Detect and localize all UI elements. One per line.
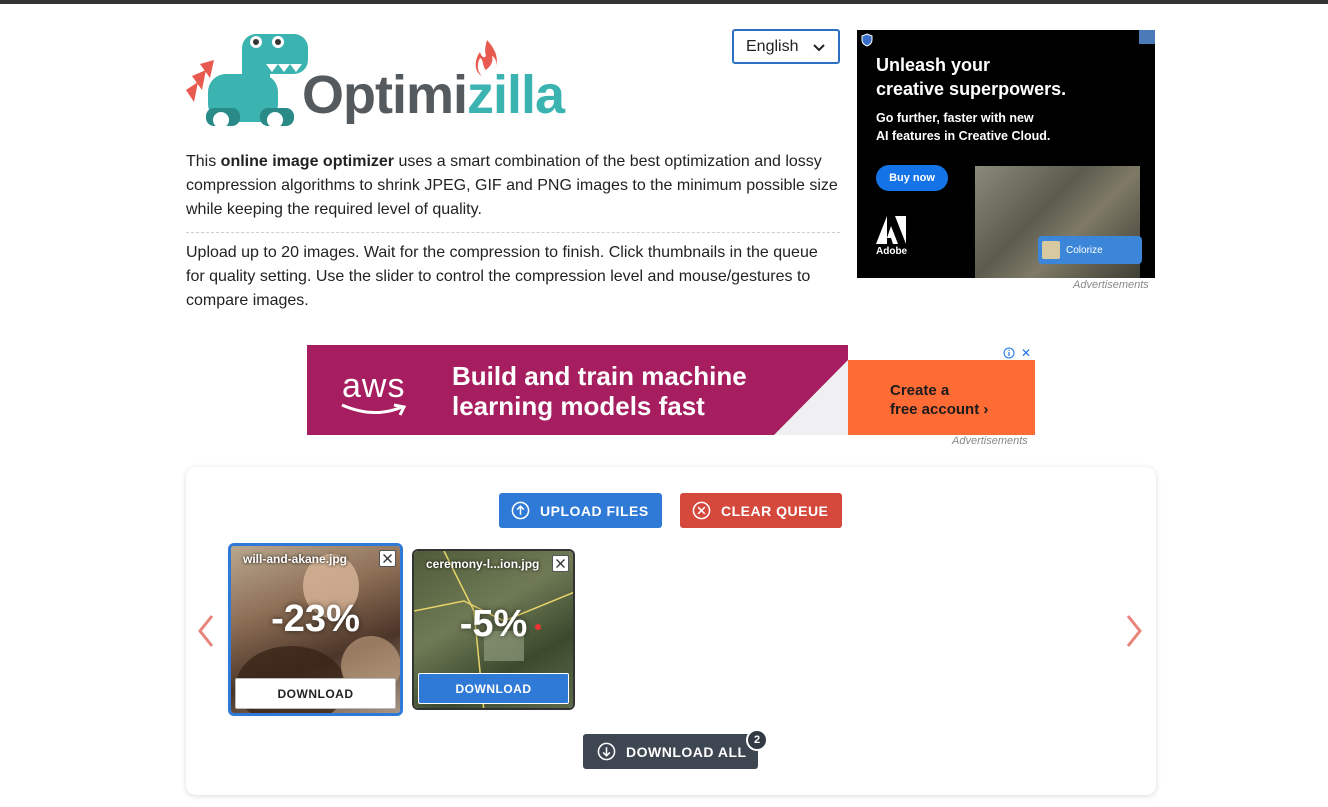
dinosaur-icon bbox=[186, 34, 308, 126]
compression-percent: -23% bbox=[271, 598, 360, 640]
side-ad-sub-2: AI features in Creative Cloud. bbox=[876, 129, 1051, 143]
side-ad-headline: Unleash your creative superpowers. bbox=[876, 53, 1066, 101]
upload-panel: UPLOAD FILES CLEAR QUEUE will-and-akane.… bbox=[186, 467, 1156, 795]
banner-cta-2: free account › bbox=[890, 401, 989, 418]
queue-item[interactable]: ceremony-l...ion.jpg -5% DOWNLOAD bbox=[412, 549, 575, 710]
intro-divider bbox=[186, 232, 840, 233]
buy-now-button[interactable]: Buy now bbox=[876, 165, 948, 191]
queue-item-filename: will-and-akane.jpg bbox=[243, 552, 348, 566]
adobe-brand-label: Adobe bbox=[876, 246, 908, 257]
language-select-value: English bbox=[746, 37, 799, 55]
side-ad-sub-1: Go further, faster with new bbox=[876, 111, 1034, 125]
compression-percent: -5% bbox=[459, 603, 528, 645]
logo-wordmark: Optimizilla bbox=[302, 65, 565, 125]
language-select[interactable]: English bbox=[732, 29, 840, 64]
colorize-thumbnail bbox=[1042, 241, 1060, 259]
queue-count-badge: 2 bbox=[746, 729, 768, 751]
side-ad-headline-1: Unleash your bbox=[876, 55, 991, 75]
logo-word-end: zilla bbox=[467, 65, 565, 125]
close-ad-icon[interactable]: ✕ bbox=[1021, 346, 1031, 360]
adobe-logo-icon bbox=[876, 216, 906, 244]
remove-item-icon[interactable] bbox=[379, 550, 396, 567]
banner-cta-1: Create a bbox=[890, 382, 950, 399]
intro-p1-before: This bbox=[186, 153, 221, 170]
intro-text: This online image optimizer uses a smart… bbox=[186, 150, 840, 313]
prev-arrow-icon[interactable] bbox=[196, 613, 216, 649]
side-ad-subtext: Go further, faster with new AI features i… bbox=[876, 109, 1050, 145]
colorize-chip: Colorize bbox=[1038, 236, 1142, 264]
remove-item-icon[interactable] bbox=[552, 555, 569, 572]
download-button[interactable]: DOWNLOAD bbox=[418, 673, 569, 704]
chevron-down-icon bbox=[813, 44, 825, 52]
banner-headline-2: learning models fast bbox=[452, 391, 705, 421]
clear-queue-label: CLEAR QUEUE bbox=[721, 502, 829, 519]
top-bar bbox=[0, 0, 1328, 4]
banner-ad[interactable]: aws Build and train machine learning mode… bbox=[307, 345, 1035, 435]
banner-cta[interactable]: Create a free account › bbox=[848, 360, 1035, 435]
intro-paragraph-1: This online image optimizer uses a smart… bbox=[186, 150, 840, 222]
aws-logo: aws bbox=[342, 367, 406, 405]
next-arrow-icon[interactable] bbox=[1124, 613, 1144, 649]
intro-paragraph-2: Upload up to 20 images. Wait for the com… bbox=[186, 244, 818, 309]
banner-headline-1: Build and train machine bbox=[452, 361, 747, 391]
logo-word-start: Optimi bbox=[302, 65, 468, 125]
upload-files-button[interactable]: UPLOAD FILES bbox=[499, 493, 662, 528]
download-icon bbox=[597, 742, 616, 761]
optimizilla-logo[interactable]: Optimizilla bbox=[186, 30, 606, 126]
shield-icon bbox=[861, 33, 873, 47]
download-button[interactable]: DOWNLOAD bbox=[235, 678, 396, 709]
colorize-label: Colorize bbox=[1066, 244, 1103, 256]
clear-queue-button[interactable]: CLEAR QUEUE bbox=[680, 493, 842, 528]
clear-icon bbox=[692, 501, 711, 520]
banner-headline: Build and train machine learning models f… bbox=[452, 361, 747, 421]
upload-files-label: UPLOAD FILES bbox=[540, 502, 649, 519]
intro-p1-bold: online image optimizer bbox=[220, 153, 395, 170]
side-ad[interactable]: Unleash your creative superpowers. Go fur… bbox=[857, 30, 1155, 278]
side-ad-caption: Advertisements bbox=[1073, 279, 1149, 291]
banner-ad-caption: Advertisements bbox=[952, 435, 1028, 447]
download-all-label: DOWNLOAD ALL bbox=[626, 743, 747, 760]
ad-choices-icon[interactable] bbox=[1139, 30, 1155, 44]
queue-item-filename: ceremony-l...ion.jpg bbox=[426, 557, 540, 571]
aws-smile-icon bbox=[341, 403, 407, 416]
banner-cta-text: Create a free account › bbox=[890, 381, 988, 419]
queue-item[interactable]: will-and-akane.jpg -23% DOWNLOAD bbox=[228, 543, 403, 716]
info-icon[interactable] bbox=[1003, 347, 1015, 359]
upload-icon bbox=[511, 501, 530, 520]
download-all-button[interactable]: DOWNLOAD ALL bbox=[583, 734, 758, 769]
side-ad-headline-2: creative superpowers. bbox=[876, 79, 1067, 99]
